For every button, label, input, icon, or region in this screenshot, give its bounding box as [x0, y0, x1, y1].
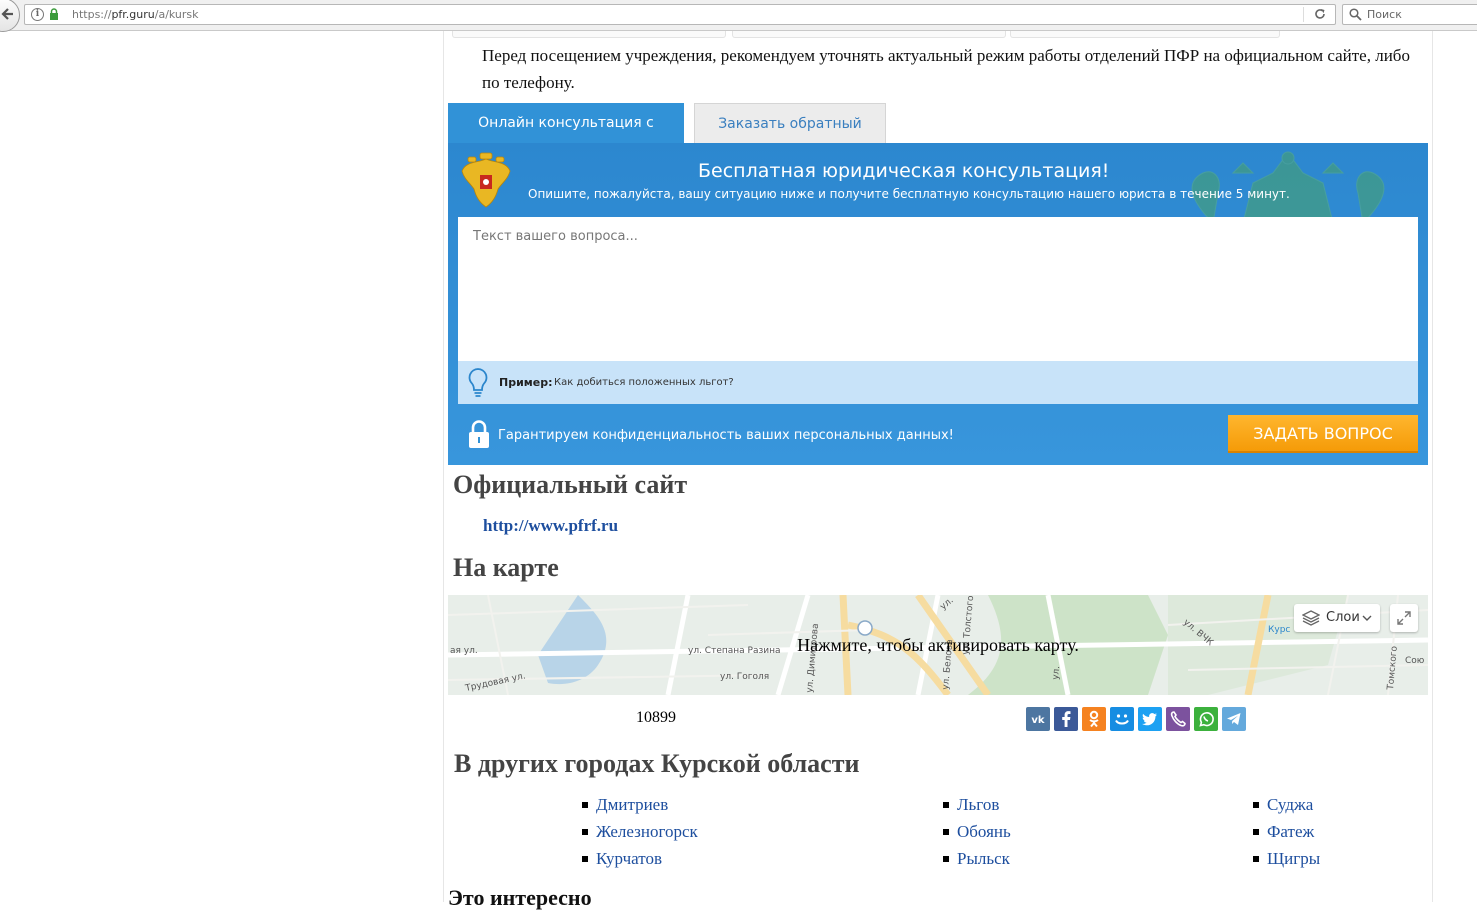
- city-link[interactable]: Фатеж: [1267, 821, 1314, 843]
- lock-icon: [50, 8, 58, 20]
- chevron-down-icon: [1362, 615, 1372, 621]
- city-link[interactable]: Курчатов: [596, 848, 662, 870]
- svg-text:vk: vk: [1031, 715, 1045, 726]
- url-text: https://pfr.guru/a/kursk: [72, 8, 199, 21]
- consultation-title: Бесплатная юридическая консультация!: [698, 160, 1110, 182]
- odnoklassniki-icon[interactable]: [1082, 707, 1106, 731]
- telegram-icon[interactable]: [1222, 707, 1246, 731]
- street-label: Сою: [1405, 656, 1425, 666]
- search-icon: [1349, 8, 1362, 21]
- map-fullscreen-button[interactable]: [1390, 604, 1418, 632]
- city-link[interactable]: Железногорск: [596, 821, 698, 843]
- vk-icon[interactable]: vk: [1026, 707, 1050, 731]
- street-label: Курс: [1268, 625, 1290, 635]
- city-link[interactable]: Льгов: [957, 794, 999, 816]
- arrow-left-icon: [1, 8, 13, 20]
- search-placeholder: Поиск: [1367, 8, 1402, 21]
- url-path: /a/kursk: [154, 8, 199, 21]
- consultation-subtitle: Опишите, пожалуйста, вашу ситуацию ниже …: [528, 187, 1290, 201]
- list-bullet: [582, 829, 588, 835]
- tab-callback[interactable]: Заказать обратный звонок: [694, 103, 886, 172]
- twitter-icon[interactable]: [1138, 707, 1162, 731]
- list-bullet: [582, 856, 588, 862]
- view-counter: 10899: [636, 709, 676, 726]
- list-bullet: [1253, 829, 1259, 835]
- example-text[interactable]: Как добиться положенных льгот?: [554, 377, 734, 388]
- coat-of-arms-icon: [461, 152, 511, 208]
- consultation-panel: Бесплатная юридическая консультация! Опи…: [448, 143, 1428, 465]
- privacy-note: Гарантируем конфиденциальность ваших пер…: [498, 428, 954, 443]
- list-bullet: [1253, 802, 1259, 808]
- list-bullet: [1253, 856, 1259, 862]
- city-link[interactable]: Дмитриев: [596, 794, 668, 816]
- search-bar[interactable]: Поиск: [1342, 4, 1477, 25]
- list-bullet: [582, 802, 588, 808]
- official-site-heading: Официальный сайт: [453, 470, 688, 499]
- reload-icon[interactable]: [1313, 7, 1327, 21]
- city-link[interactable]: Рыльск: [957, 848, 1010, 870]
- map-layers-button[interactable]: Слои: [1294, 604, 1380, 632]
- city-link[interactable]: Суджа: [1267, 794, 1313, 816]
- notice-text: Перед посещением учреждения, рекомендуем…: [482, 46, 1410, 92]
- interesting-heading: Это интересно: [448, 885, 592, 910]
- city-link[interactable]: Обоянь: [957, 821, 1011, 843]
- ask-question-button[interactable]: ЗАДАТЬ ВОПРОС: [1228, 415, 1418, 453]
- list-bullet: [943, 829, 949, 835]
- lightbulb-icon: [468, 368, 488, 397]
- padlock-icon: [469, 420, 489, 448]
- street-label: ул.: [1051, 665, 1062, 680]
- divider: [1303, 7, 1304, 22]
- info-icon[interactable]: i: [31, 8, 44, 21]
- map-layers-label: Слои: [1326, 610, 1360, 625]
- tab-online-consultation[interactable]: Онлайн консультация с юристом: [448, 103, 684, 171]
- official-site-link[interactable]: http://www.pfrf.ru: [483, 516, 618, 536]
- facebook-icon[interactable]: [1054, 707, 1078, 731]
- moimir-icon[interactable]: [1110, 707, 1134, 731]
- question-textarea[interactable]: [458, 217, 1418, 361]
- example-label: Пример:: [499, 376, 553, 389]
- whatsapp-icon[interactable]: [1194, 707, 1218, 731]
- address-bar[interactable]: i https://pfr.guru/a/kursk: [24, 4, 1336, 25]
- list-bullet: [943, 802, 949, 808]
- expand-icon: [1397, 611, 1411, 625]
- other-cities-heading: В других городах Курской области: [454, 749, 860, 778]
- url-scheme: https://: [72, 8, 112, 21]
- browser-toolbar: i https://pfr.guru/a/kursk Поиск: [0, 0, 1477, 32]
- map-activate-hint[interactable]: Нажмите, чтобы активировать карту.: [448, 635, 1428, 656]
- layers-icon: [1302, 610, 1320, 626]
- viber-icon[interactable]: [1166, 707, 1190, 731]
- map-heading: На карте: [453, 553, 559, 582]
- emblem-watermark-icon: [1191, 151, 1385, 223]
- url-domain: pfr.guru: [111, 8, 155, 21]
- street-label: ул. Гоголя: [720, 672, 769, 682]
- example-bar: Пример: Как добиться положенных льгот?: [458, 361, 1418, 404]
- city-link[interactable]: Щигры: [1267, 848, 1320, 870]
- back-button[interactable]: [0, 0, 20, 32]
- tabs-remnant: [452, 31, 1280, 39]
- map-widget[interactable]: ул. Степана Разина ул. Гоголя Трудовая у…: [448, 595, 1428, 695]
- list-bullet: [943, 856, 949, 862]
